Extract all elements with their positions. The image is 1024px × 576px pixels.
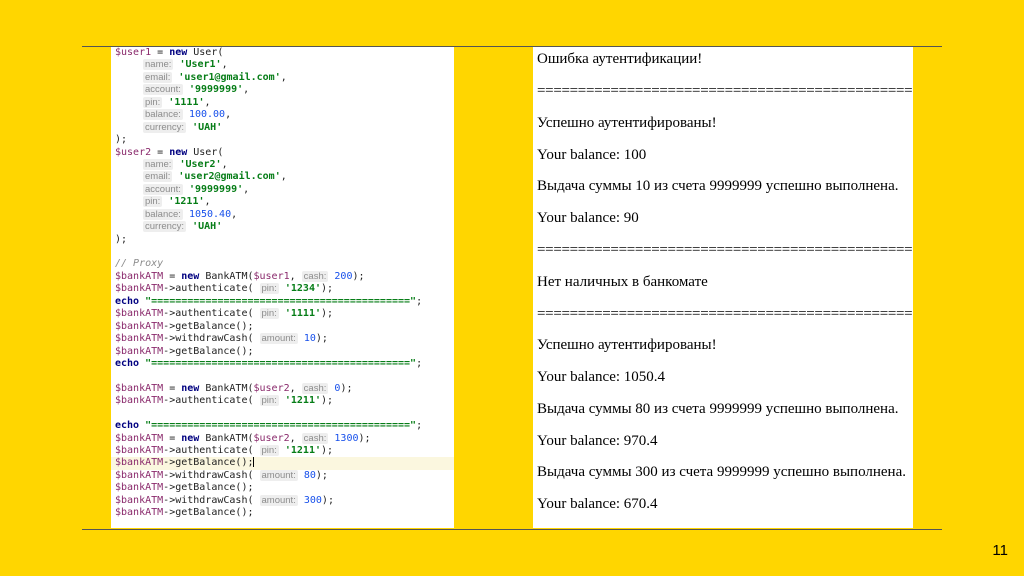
code-line-5: pin: '1111', xyxy=(143,96,211,108)
code-line-12: account: '9999999', xyxy=(143,183,250,195)
output-separator-3: ========================================… xyxy=(537,306,913,322)
code-line-24: $bankATM->withdrawCash( amount: 10); xyxy=(115,333,328,345)
output-line-10: Успешно аутентифированы! xyxy=(537,337,717,353)
code-line-19: $bankATM = new BankATM($user1, cash: 200… xyxy=(115,270,365,282)
code-line-33: $bankATM->authenticate( pin: '1211'); xyxy=(115,445,334,456)
code-line-10: name: 'User2', xyxy=(143,158,228,170)
code-line-32: $bankATM = new BankATM($user2, cash: 130… xyxy=(115,432,371,444)
output-line-5: Выдача суммы 10 из счета 9999999 успешно… xyxy=(537,178,899,194)
code-line-7: currency: 'UAH' xyxy=(143,121,223,133)
code-line-8: ); xyxy=(115,134,128,146)
code-line-4: account: '9999999', xyxy=(143,84,250,96)
code-line-23: $bankATM->getBalance(); xyxy=(115,320,254,332)
code-line-36: $bankATM->getBalance(); xyxy=(115,482,254,494)
code-line-25: $bankATM->getBalance(); xyxy=(115,345,254,357)
code-line-26: echo "==================================… xyxy=(115,357,423,369)
output-line-8: Нет наличных в банкомате xyxy=(537,274,708,290)
code-line-6: balance: 100.00, xyxy=(143,109,232,121)
output-line-11: Your balance: 1050.4 xyxy=(537,369,666,385)
output-line-13: Your balance: 970.4 xyxy=(537,433,658,449)
code-line-18: // Proxy xyxy=(115,258,164,270)
output-panel: Ошибка аутентификации! =================… xyxy=(533,47,913,528)
output-line-3: Успешно аутентифированы! xyxy=(537,115,717,131)
output-line-1: Ошибка аутентификации! xyxy=(537,51,703,67)
text-cursor xyxy=(253,457,255,468)
code-line-14: balance: 1050.40, xyxy=(143,208,238,220)
code-line-3: email: 'user1@gmail.com', xyxy=(143,71,287,83)
code-line-16: ); xyxy=(115,233,128,245)
code-line-35: $bankATM->withdrawCash( amount: 80); xyxy=(115,469,328,481)
code-line-1: $user1 = new User( xyxy=(115,47,224,58)
output-line-6: Your balance: 90 xyxy=(537,210,639,226)
code-line-21: echo "==================================… xyxy=(115,295,423,307)
code-line-22: $bankATM->authenticate( pin: '1111'); xyxy=(115,308,334,320)
code-line-28: $bankATM = new BankATM($user2, cash: 0); xyxy=(115,382,353,394)
output-separator-1: ========================================… xyxy=(537,83,913,99)
code-line-31: echo "==================================… xyxy=(115,420,423,432)
code-line-15: currency: 'UAH' xyxy=(143,221,223,233)
code-line-29: $bankATM->authenticate( pin: '1211'); xyxy=(115,395,334,407)
code-line-11: email: 'user2@gmail.com', xyxy=(143,171,287,183)
output-line-14: Выдача суммы 300 из счета 9999999 успешн… xyxy=(537,464,906,480)
code-line-38: $bankATM->getBalance(); xyxy=(115,507,254,519)
code-line-37: $bankATM->withdrawCash( amount: 300); xyxy=(115,494,334,506)
code-editor-panel: $user1 = new User( name: 'User1', email:… xyxy=(111,47,454,528)
bottom-divider xyxy=(82,529,942,530)
code-line-13: pin: '1211', xyxy=(143,196,211,208)
code-line-34[interactable]: $bankATM->getBalance(); xyxy=(111,457,454,470)
code-line-2: name: 'User1', xyxy=(143,59,228,71)
output-separator-2: ========================================… xyxy=(537,242,913,258)
output-line-15: Your balance: 670.4 xyxy=(537,496,658,512)
code-line-9: $user2 = new User( xyxy=(115,146,224,158)
page-number: 11 xyxy=(992,542,1008,559)
output-line-12: Выдача суммы 80 из счета 9999999 успешно… xyxy=(537,401,899,417)
code-line-20: $bankATM->authenticate( pin: '1234'); xyxy=(115,283,334,295)
output-line-4: Your balance: 100 xyxy=(537,147,647,163)
